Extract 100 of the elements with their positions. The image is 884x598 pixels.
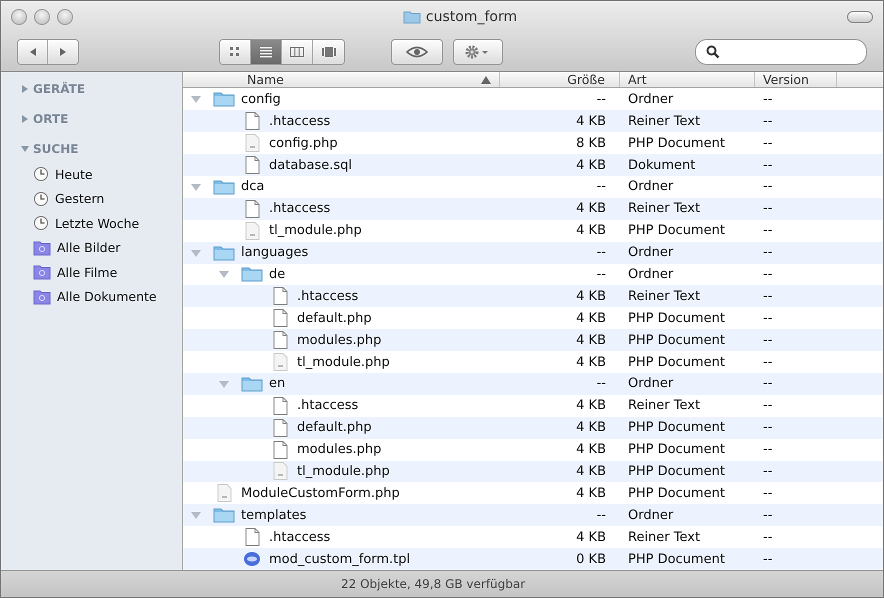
disclosure-triangle-icon[interactable] bbox=[191, 94, 201, 104]
file-kind: PHP Document bbox=[628, 486, 725, 501]
list-view-button[interactable] bbox=[251, 40, 282, 64]
file-name: .htaccess bbox=[297, 288, 358, 304]
file-version: -- bbox=[763, 310, 772, 326]
columns-view-button[interactable] bbox=[282, 40, 313, 64]
folder-icon bbox=[402, 10, 421, 24]
file-kind: Reiner Text bbox=[628, 288, 700, 304]
clock-icon bbox=[33, 166, 49, 182]
file-name: ModuleCustomForm.php bbox=[241, 486, 400, 501]
columns-view-icon bbox=[289, 46, 305, 58]
file-size: 4 KB bbox=[576, 530, 606, 545]
icons-view-button[interactable] bbox=[220, 40, 251, 64]
file-kind: Ordner bbox=[628, 245, 674, 260]
sidebar-item[interactable]: Gestern bbox=[1, 186, 182, 211]
file-name: .htaccess bbox=[269, 201, 330, 216]
file-kind: PHP Document bbox=[628, 552, 725, 567]
file-kind: Ordner bbox=[628, 179, 674, 194]
disclosure-triangle-icon[interactable] bbox=[191, 510, 201, 520]
disclosure-triangle-icon[interactable] bbox=[21, 145, 29, 153]
sidebar-item[interactable]: Alle Filme bbox=[1, 260, 182, 284]
disclosure-triangle-icon[interactable] bbox=[191, 248, 201, 258]
disclosure-triangle-icon[interactable] bbox=[191, 182, 201, 192]
file-kind: PHP Document bbox=[628, 354, 725, 370]
search-field[interactable] bbox=[695, 39, 867, 65]
file-size: -- bbox=[596, 92, 606, 107]
file-name: default.php bbox=[297, 310, 372, 326]
file-kind: Reiner Text bbox=[628, 530, 700, 545]
file-kind: Reiner Text bbox=[628, 398, 700, 414]
file-kind: PHP Document bbox=[628, 332, 725, 348]
window-title: custom_form bbox=[426, 9, 518, 25]
file-size: 4 KB bbox=[576, 201, 606, 216]
file-version: -- bbox=[763, 223, 772, 238]
file-name: languages bbox=[241, 245, 308, 260]
minimize-button[interactable] bbox=[34, 9, 50, 25]
column-header[interactable]: Name bbox=[183, 72, 500, 88]
file-name: .htaccess bbox=[269, 114, 330, 129]
file-kind: Ordner bbox=[628, 376, 674, 392]
action-menu-button[interactable] bbox=[453, 39, 503, 65]
file-size: 4 KB bbox=[576, 420, 606, 436]
file-size: -- bbox=[596, 266, 606, 282]
folder-icon bbox=[213, 507, 235, 524]
quick-look-button[interactable] bbox=[391, 39, 443, 65]
file-size: -- bbox=[596, 179, 606, 194]
file-name: modules.php bbox=[297, 442, 382, 458]
file-name: en bbox=[269, 376, 286, 392]
close-button[interactable] bbox=[11, 9, 27, 25]
column-header[interactable]: Art bbox=[620, 72, 755, 88]
file-version: -- bbox=[763, 464, 772, 479]
file-name: mod_custom_form.tpl bbox=[269, 552, 410, 567]
file-kind: PHP Document bbox=[628, 223, 725, 238]
coverflow-view-icon bbox=[320, 46, 336, 58]
list-view-icon bbox=[258, 46, 274, 58]
back-button[interactable] bbox=[18, 40, 48, 64]
file-size: 4 KB bbox=[576, 114, 606, 129]
smart-folder-icon bbox=[33, 264, 51, 280]
file-version: -- bbox=[763, 288, 772, 304]
file-name: .htaccess bbox=[297, 398, 358, 414]
disclosure-triangle-icon[interactable] bbox=[219, 378, 229, 389]
column-header[interactable]: Version bbox=[755, 72, 837, 88]
file-version: -- bbox=[763, 179, 772, 194]
disclosure-triangle-icon[interactable] bbox=[21, 85, 29, 93]
view-mode-control[interactable] bbox=[219, 39, 345, 65]
file-version: -- bbox=[763, 354, 772, 370]
zoom-button[interactable] bbox=[57, 9, 73, 25]
sidebar-item[interactable]: Alle Dokumente bbox=[1, 284, 182, 309]
search-icon bbox=[706, 45, 720, 59]
file-kind: PHP Document bbox=[628, 464, 725, 479]
coverflow-view-button[interactable] bbox=[313, 40, 344, 64]
back-arrow-icon bbox=[28, 47, 38, 57]
file-version: -- bbox=[763, 158, 772, 173]
file-kind: PHP Document bbox=[628, 442, 725, 458]
status-text: 22 Objekte, 49,8 GB verfügbar bbox=[341, 577, 526, 591]
file-size: -- bbox=[596, 508, 606, 523]
file-size: 4 KB bbox=[576, 310, 606, 326]
forward-button[interactable] bbox=[48, 40, 78, 64]
sidebar-item[interactable]: Letzte Woche bbox=[1, 211, 182, 236]
disclosure-triangle-icon[interactable] bbox=[219, 269, 229, 280]
file-version: -- bbox=[763, 376, 772, 392]
file-kind: Dokument bbox=[628, 158, 696, 173]
file-size: 8 KB bbox=[576, 136, 606, 151]
file-kind: Ordner bbox=[628, 508, 674, 523]
disclosure-triangle-icon[interactable] bbox=[21, 115, 29, 123]
column-header[interactable]: Größe bbox=[500, 72, 620, 88]
sidebar-item[interactable]: Alle Bilder bbox=[1, 236, 182, 260]
file-name: tl_module.php bbox=[297, 354, 390, 370]
folder-icon bbox=[213, 91, 235, 108]
file-version: -- bbox=[763, 442, 772, 458]
sidebar-item[interactable]: Heute bbox=[1, 162, 182, 186]
file-version: -- bbox=[763, 136, 772, 151]
file-size: 4 KB bbox=[576, 288, 606, 304]
file-kind: Reiner Text bbox=[628, 201, 700, 216]
clock-icon bbox=[33, 190, 49, 207]
file-version: -- bbox=[763, 92, 772, 107]
file-name: modules.php bbox=[297, 332, 382, 348]
file-version: -- bbox=[763, 530, 772, 545]
toolbar-toggle-button[interactable] bbox=[847, 11, 873, 23]
folder-icon bbox=[213, 178, 235, 195]
file-version: -- bbox=[763, 552, 772, 567]
file-name: default.php bbox=[297, 420, 372, 436]
